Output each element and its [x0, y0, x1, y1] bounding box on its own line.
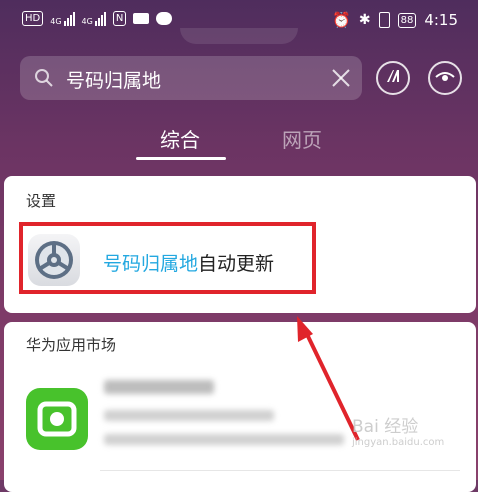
watermark: Bai 经验 jingyan.baidu.com: [352, 412, 444, 448]
annotation-arrow: [297, 316, 360, 441]
watermark-subtext: jingyan.baidu.com: [352, 437, 445, 448]
watermark-text: Bai 经验: [352, 417, 419, 437]
